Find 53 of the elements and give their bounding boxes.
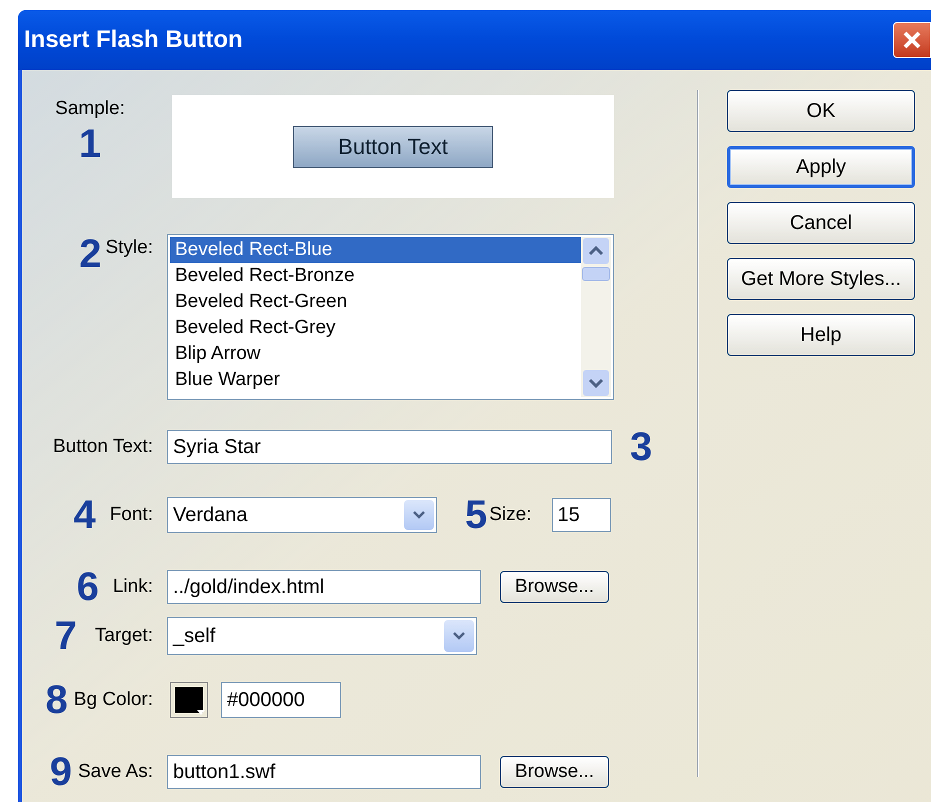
color-swatch[interactable] (170, 682, 208, 718)
window-title: Insert Flash Button (24, 25, 244, 55)
text-field[interactable]: #000000 (221, 682, 341, 718)
step-number: 1 (78, 124, 102, 164)
style-list-item[interactable]: Beveled Rect-Green (170, 289, 581, 315)
step-number: 5 (465, 495, 488, 535)
style-list-item[interactable]: Beveled Rect-Blue (170, 237, 581, 263)
field-label: Button Text: (53, 434, 153, 459)
dialog-button[interactable]: OK (727, 90, 915, 132)
field-label: Target: (94, 624, 153, 648)
select-value: Verdana (172, 503, 249, 528)
browse-button[interactable]: Browse... (500, 571, 609, 603)
text-field[interactable]: 15 (552, 498, 610, 532)
style-list-item[interactable]: Blue Warper (170, 367, 581, 393)
style-list-item[interactable]: Beveled Rect-Grey (170, 315, 581, 341)
style-list-item[interactable]: Beveled Rect-Bronze (170, 263, 581, 289)
dialog-button[interactable]: Cancel (727, 202, 915, 244)
step-number: 2 (79, 234, 102, 274)
scroll-thumb[interactable] (582, 267, 610, 281)
close-icon (902, 30, 922, 50)
text-field[interactable]: Syria Star (167, 430, 612, 464)
step-number: 3 (630, 427, 652, 467)
scrollbar[interactable] (581, 237, 611, 397)
scroll-up-icon[interactable] (582, 237, 610, 265)
field-label: Sample: (55, 97, 125, 121)
step-number: 8 (46, 680, 68, 720)
select-value: _self (172, 624, 216, 649)
caret-icon (197, 710, 205, 715)
chevron-down-icon (452, 631, 466, 641)
field-label: Size: (489, 504, 532, 525)
field-label: Style: (105, 236, 153, 260)
dialog-button[interactable]: Help (727, 314, 915, 356)
field-label: Save As: (78, 760, 153, 784)
field-label: Bg Color: (74, 688, 153, 712)
step-number: 9 (50, 752, 72, 792)
step-number: 4 (73, 495, 96, 535)
chevron-down-icon (412, 510, 426, 520)
scroll-down-icon[interactable] (582, 369, 610, 397)
close-button[interactable] (893, 22, 931, 58)
target-select[interactable]: _self (167, 617, 477, 655)
style-list-item[interactable]: Blip Arrow (170, 341, 581, 367)
text-field[interactable]: ../gold/index.html (167, 570, 481, 604)
step-number: 7 (54, 616, 77, 656)
step-number: 6 (76, 567, 99, 607)
dialog-button[interactable]: Get More Styles... (727, 258, 915, 300)
dialog-button[interactable]: Apply (727, 146, 915, 188)
dropdown-button[interactable] (404, 500, 434, 530)
text-field[interactable]: button1.swf (167, 755, 481, 789)
field-label: Font: (110, 502, 153, 527)
browse-button[interactable]: Browse... (500, 756, 609, 788)
dropdown-button[interactable] (444, 620, 474, 652)
field-label: Link: (112, 574, 153, 599)
font-select[interactable]: Verdana (167, 497, 437, 533)
